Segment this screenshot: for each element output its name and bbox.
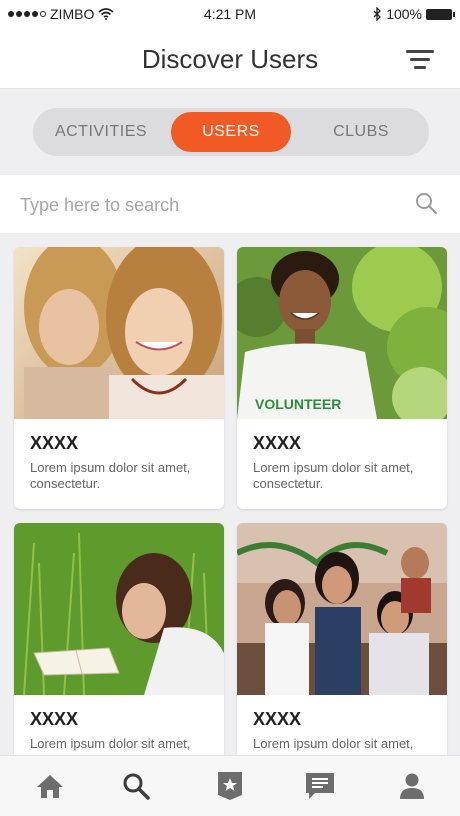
segment-bar: ACTIVITIES USERS CLUBS	[0, 89, 460, 175]
user-description: Lorem ipsum dolor sit amet, consectetur.	[30, 736, 191, 755]
user-photo: VOLUNTEER	[237, 247, 447, 419]
status-bar: ZIMBO 4:21 PM 100%	[0, 0, 460, 28]
header: Discover Users	[0, 28, 460, 89]
user-description: Lorem ipsum dolor sit amet, consectetur.	[253, 460, 414, 491]
home-icon	[37, 775, 63, 798]
battery-percent: 100%	[386, 6, 422, 22]
user-grid: XXXX Lorem ipsum dolor sit amet, consect…	[0, 233, 460, 755]
nav-search[interactable]	[118, 768, 154, 804]
tab-activities[interactable]: ACTIVITIES	[39, 112, 163, 152]
user-name: XXXX	[30, 433, 79, 453]
user-card[interactable]: XXXX Lorem ipsum dolor sit amet, consect…	[14, 247, 224, 509]
user-photo	[14, 247, 224, 419]
nav-profile[interactable]	[394, 768, 430, 804]
search-bar	[0, 175, 460, 233]
user-card[interactable]: VOLUNTEER XXXX Lorem ipsum dolor sit ame…	[237, 247, 447, 509]
filter-icon-line	[414, 66, 426, 69]
profile-icon	[400, 773, 424, 799]
tab-users[interactable]: USERS	[171, 112, 291, 152]
user-name: XXXX	[30, 709, 79, 729]
bluetooth-icon	[373, 7, 382, 21]
search-icon[interactable]	[414, 191, 438, 215]
user-card[interactable]: XXXX Lorem ipsum dolor sit amet, consect…	[237, 523, 447, 755]
badge-icon	[218, 772, 242, 800]
bottom-tab-bar	[0, 755, 460, 816]
filter-icon-line	[406, 50, 434, 53]
tab-clubs[interactable]: CLUBS	[299, 112, 423, 152]
user-description: Lorem ipsum dolor sit amet, consectetur.	[30, 460, 191, 491]
status-right: 100%	[372, 6, 455, 22]
user-photo	[14, 523, 224, 695]
user-name: XXXX	[253, 709, 302, 729]
filter-icon-line	[410, 58, 430, 61]
page-title: Discover Users	[141, 44, 319, 74]
svg-text:VOLUNTEER: VOLUNTEER	[255, 396, 341, 412]
filter-button[interactable]	[406, 50, 434, 72]
chat-icon	[306, 773, 334, 799]
nav-home[interactable]	[32, 768, 68, 804]
battery-icon	[426, 8, 455, 20]
user-description: Lorem ipsum dolor sit amet, consectetur.	[253, 736, 414, 755]
nav-badge[interactable]	[212, 768, 248, 804]
segmented-control: ACTIVITIES USERS CLUBS	[33, 108, 429, 156]
user-photo	[237, 523, 447, 695]
user-card[interactable]: XXXX Lorem ipsum dolor sit amet, consect…	[14, 523, 224, 755]
search-input[interactable]	[18, 189, 402, 221]
nav-messages[interactable]	[302, 768, 338, 804]
user-name: XXXX	[253, 433, 302, 453]
search-icon	[123, 773, 150, 800]
